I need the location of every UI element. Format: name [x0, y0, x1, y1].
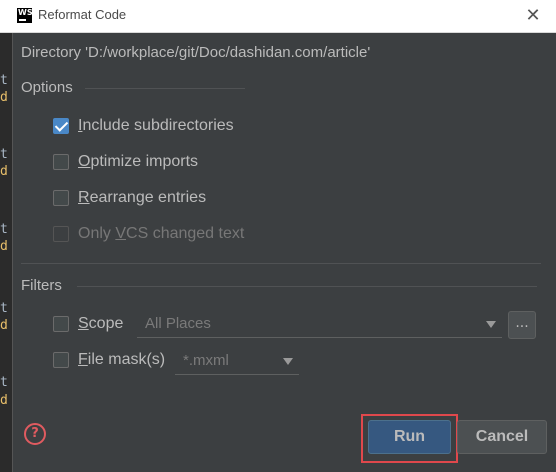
close-icon[interactable]: ✕ [521, 4, 545, 28]
options-group-label: Options [21, 79, 73, 96]
directory-label: Directory 'D:/workplace/git/Doc/dashidan… [21, 44, 371, 61]
editor-char: t [0, 375, 8, 390]
editor-char: d [0, 393, 8, 408]
cancel-button[interactable]: Cancel [457, 420, 547, 454]
checkbox-icon[interactable] [53, 154, 69, 170]
checkbox-icon[interactable] [53, 316, 69, 332]
chevron-down-icon [283, 358, 293, 365]
scope-browse-button[interactable]: ... [508, 311, 536, 339]
filters-group-label: Filters [21, 277, 62, 294]
help-icon[interactable]: ? [24, 423, 46, 445]
checkbox-checked-icon[interactable] [53, 118, 69, 134]
option-label: Include subdirectories [78, 117, 234, 134]
filters-divider [77, 286, 537, 287]
editor-char: d [0, 318, 8, 333]
run-button[interactable]: Run [368, 420, 451, 454]
editor-char: t [0, 222, 8, 237]
editor-char: d [0, 90, 8, 105]
editor-char: d [0, 164, 8, 179]
option-label: Scope [78, 315, 124, 332]
file-mask-checkbox[interactable]: File mask(s) [53, 349, 165, 371]
webstorm-logo-icon: WS [17, 8, 33, 23]
checkbox-icon[interactable] [53, 190, 69, 206]
chevron-down-icon [486, 321, 496, 328]
file-mask-value: *.mxml [183, 352, 229, 369]
editor-background-strip: t d t d t d t d t d t d [0, 0, 12, 472]
editor-char: t [0, 301, 8, 316]
scope-dropdown[interactable]: All Places [137, 311, 502, 338]
scope-checkbox[interactable]: Scope [53, 313, 123, 335]
editor-char: t [0, 73, 8, 88]
optimize-imports-checkbox[interactable]: Optimize imports [53, 151, 198, 173]
option-label: File mask(s) [78, 351, 166, 368]
checkbox-disabled-icon[interactable] [53, 226, 69, 242]
dialog-body: Directory 'D:/workplace/git/Doc/dashidan… [12, 33, 556, 472]
editor-char: t [0, 147, 8, 162]
scope-value: All Places [145, 315, 211, 332]
option-label: Only VCS changed text [78, 225, 245, 242]
logo-text: WS [18, 8, 33, 17]
rearrange-entries-checkbox[interactable]: Rearrange entries [53, 187, 206, 209]
include-subdirectories-checkbox[interactable]: Include subdirectories [53, 115, 234, 137]
file-mask-dropdown[interactable]: *.mxml [175, 348, 299, 375]
option-label: Optimize imports [78, 153, 199, 170]
filters-top-divider [21, 263, 541, 264]
options-divider [85, 88, 245, 89]
dialog-title: Reformat Code [38, 7, 127, 22]
dialog-titlebar[interactable]: WS Reformat Code ✕ [0, 0, 556, 33]
checkbox-icon[interactable] [53, 352, 69, 368]
editor-char: d [0, 239, 8, 254]
option-label: Rearrange entries [78, 189, 207, 206]
only-vcs-changed-text-checkbox[interactable]: Only VCS changed text [53, 223, 244, 245]
